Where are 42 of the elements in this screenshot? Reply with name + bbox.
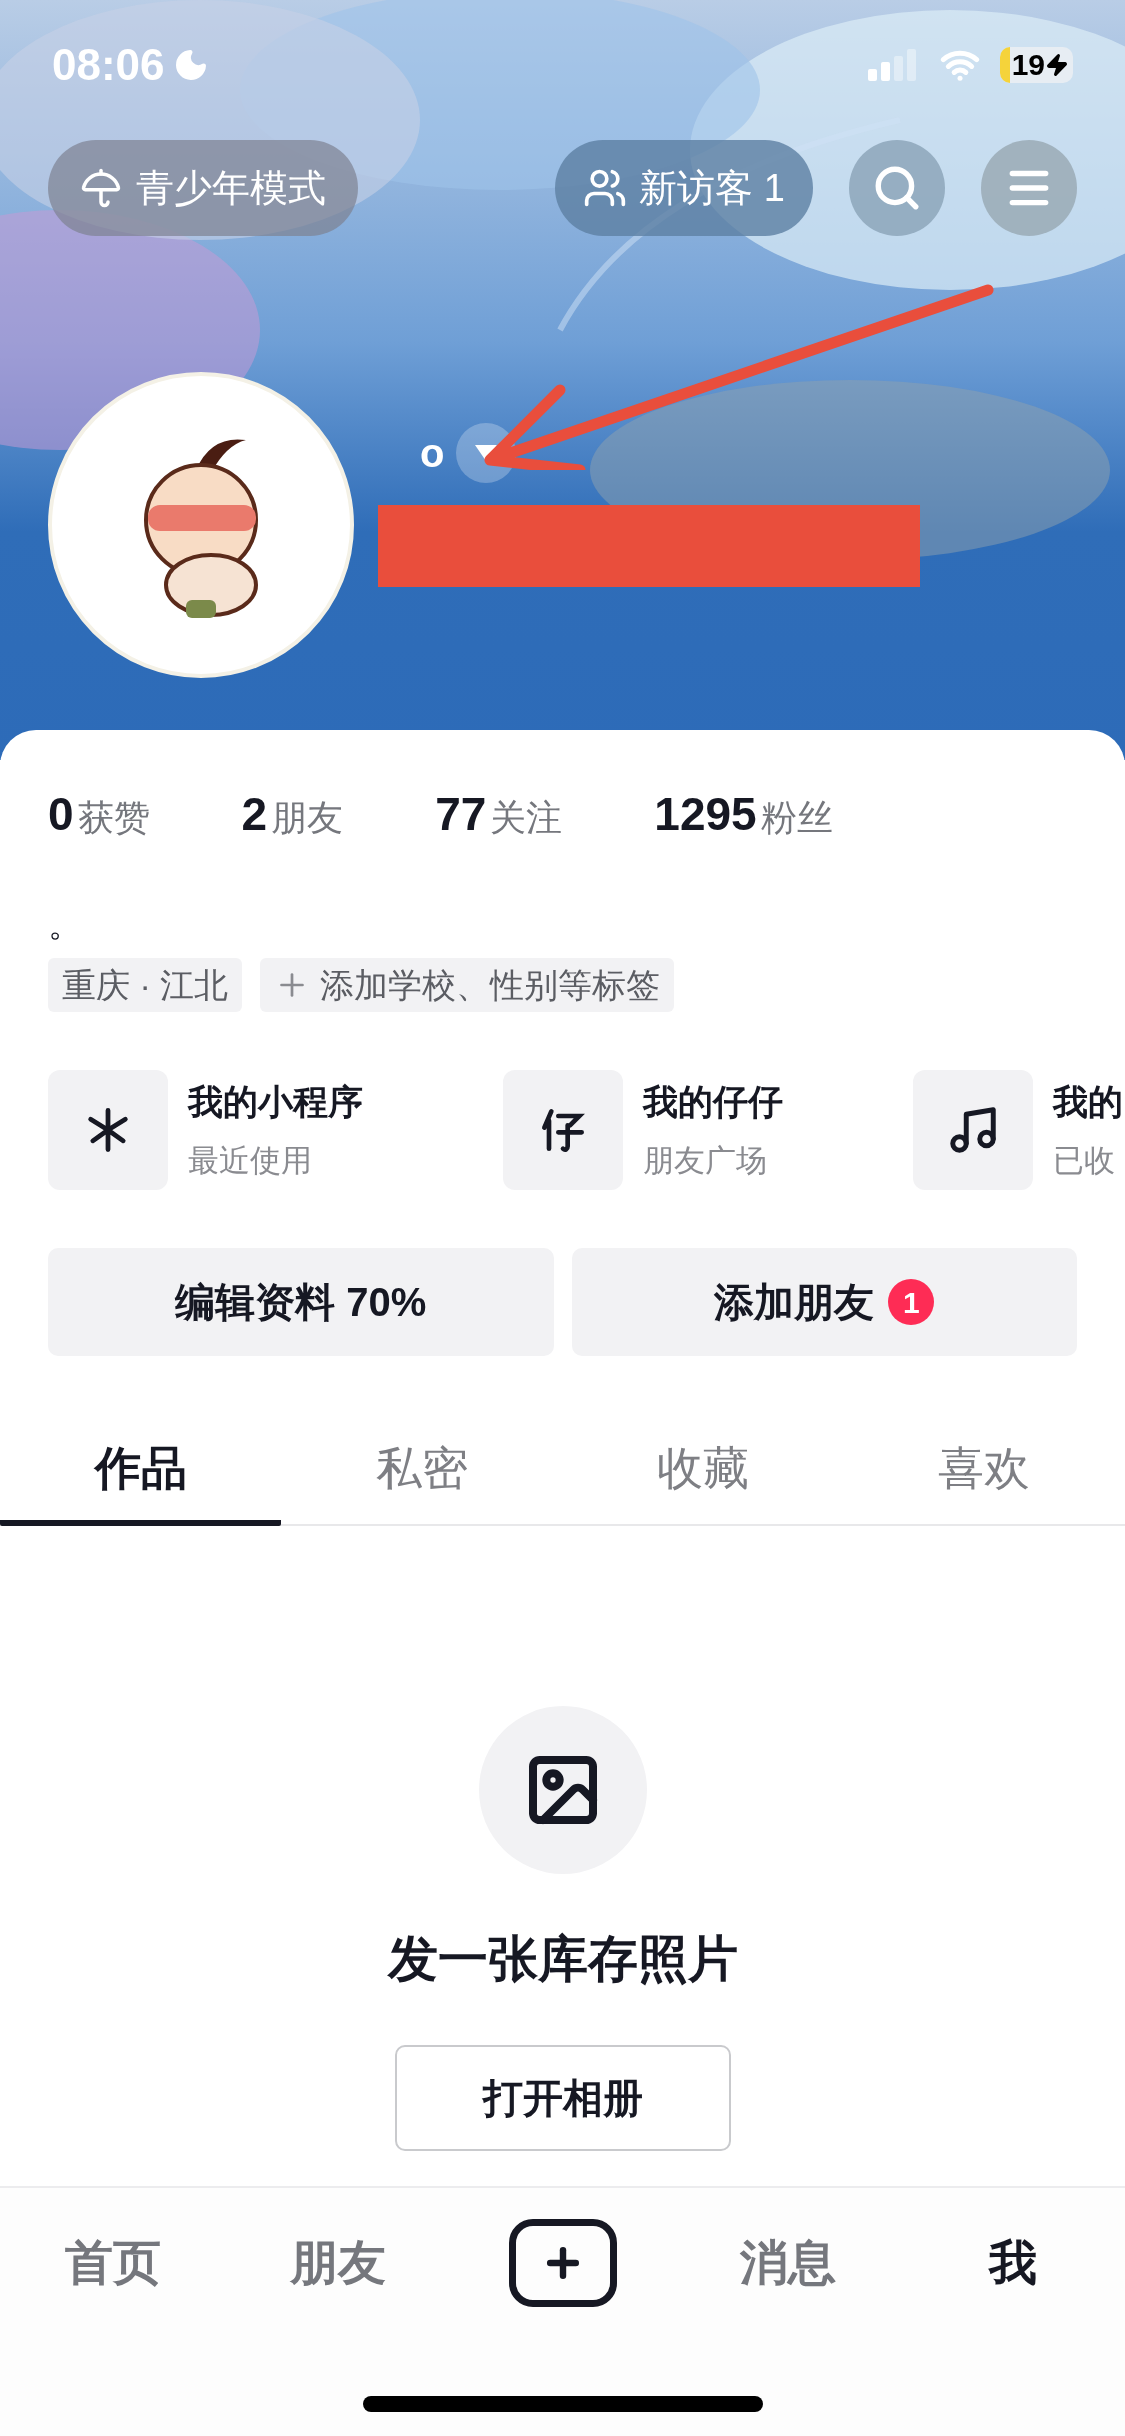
- stat-value: 2: [241, 787, 268, 842]
- stat-value: 0: [48, 787, 74, 842]
- content-tab[interactable]: 私密: [281, 1422, 563, 1526]
- empty-state-message: 发一张库存照片: [387, 1930, 738, 1989]
- content-tab[interactable]: 收藏: [562, 1422, 844, 1526]
- stat-value: 1295: [654, 787, 757, 842]
- bio-text: 。: [47, 904, 83, 945]
- shortcut-title: 我的: [1053, 1080, 1123, 1123]
- stat-label: 获赞: [77, 796, 150, 840]
- teen-mode-button[interactable]: 青少年模式: [48, 140, 358, 236]
- nav-tab[interactable]: 消息: [739, 2227, 836, 2299]
- battery-indicator: 19: [999, 47, 1073, 83]
- edit-profile-button[interactable]: 编辑资料 70%: [48, 1248, 554, 1356]
- stat-label: 粉丝: [760, 796, 833, 840]
- battery-fill: [999, 47, 1010, 83]
- new-visitors-button[interactable]: 新访客 1: [555, 140, 813, 236]
- content-tab[interactable]: 作品: [0, 1422, 282, 1526]
- nav-tab[interactable]: 首页: [64, 2227, 161, 2299]
- shortcut-subtitle: 朋友广场: [643, 1142, 768, 1180]
- notification-badge: 1: [888, 1279, 935, 1325]
- username: o: [420, 430, 445, 477]
- add-tag-chip[interactable]: 添加学校、性别等标签: [260, 958, 675, 1012]
- open-album-button[interactable]: 打开相册: [394, 2045, 731, 2151]
- dropdown-icon: [475, 445, 498, 461]
- umbrella-icon: [80, 167, 122, 209]
- create-button[interactable]: [508, 2219, 617, 2307]
- shortcut-title: 我的小程序: [188, 1080, 363, 1123]
- shortcut-title: 我的仔仔: [643, 1080, 783, 1123]
- stat-label: 关注: [490, 796, 563, 840]
- charging-icon: [1045, 53, 1069, 77]
- clock-time: 08:06: [52, 39, 165, 91]
- stat-value: 77: [435, 787, 487, 842]
- location-tag: 重庆 · 江北: [48, 958, 243, 1012]
- shortcut-subtitle: 已收: [1053, 1142, 1116, 1180]
- add-friends-button[interactable]: 添加朋友 1: [571, 1248, 1077, 1356]
- shortcut-subtitle: 最近使用: [188, 1142, 313, 1180]
- stat-label: 朋友: [271, 796, 344, 840]
- nav-tab[interactable]: 我: [988, 2227, 1037, 2299]
- nav-tab[interactable]: 朋友: [289, 2227, 386, 2299]
- content-tab[interactable]: 喜欢: [843, 1422, 1125, 1526]
- shortcut-entry[interactable]: 我的小程序 最近使用: [48, 1070, 503, 1190]
- shortcut-entry[interactable]: 我的仔仔 朋友广场: [503, 1070, 913, 1190]
